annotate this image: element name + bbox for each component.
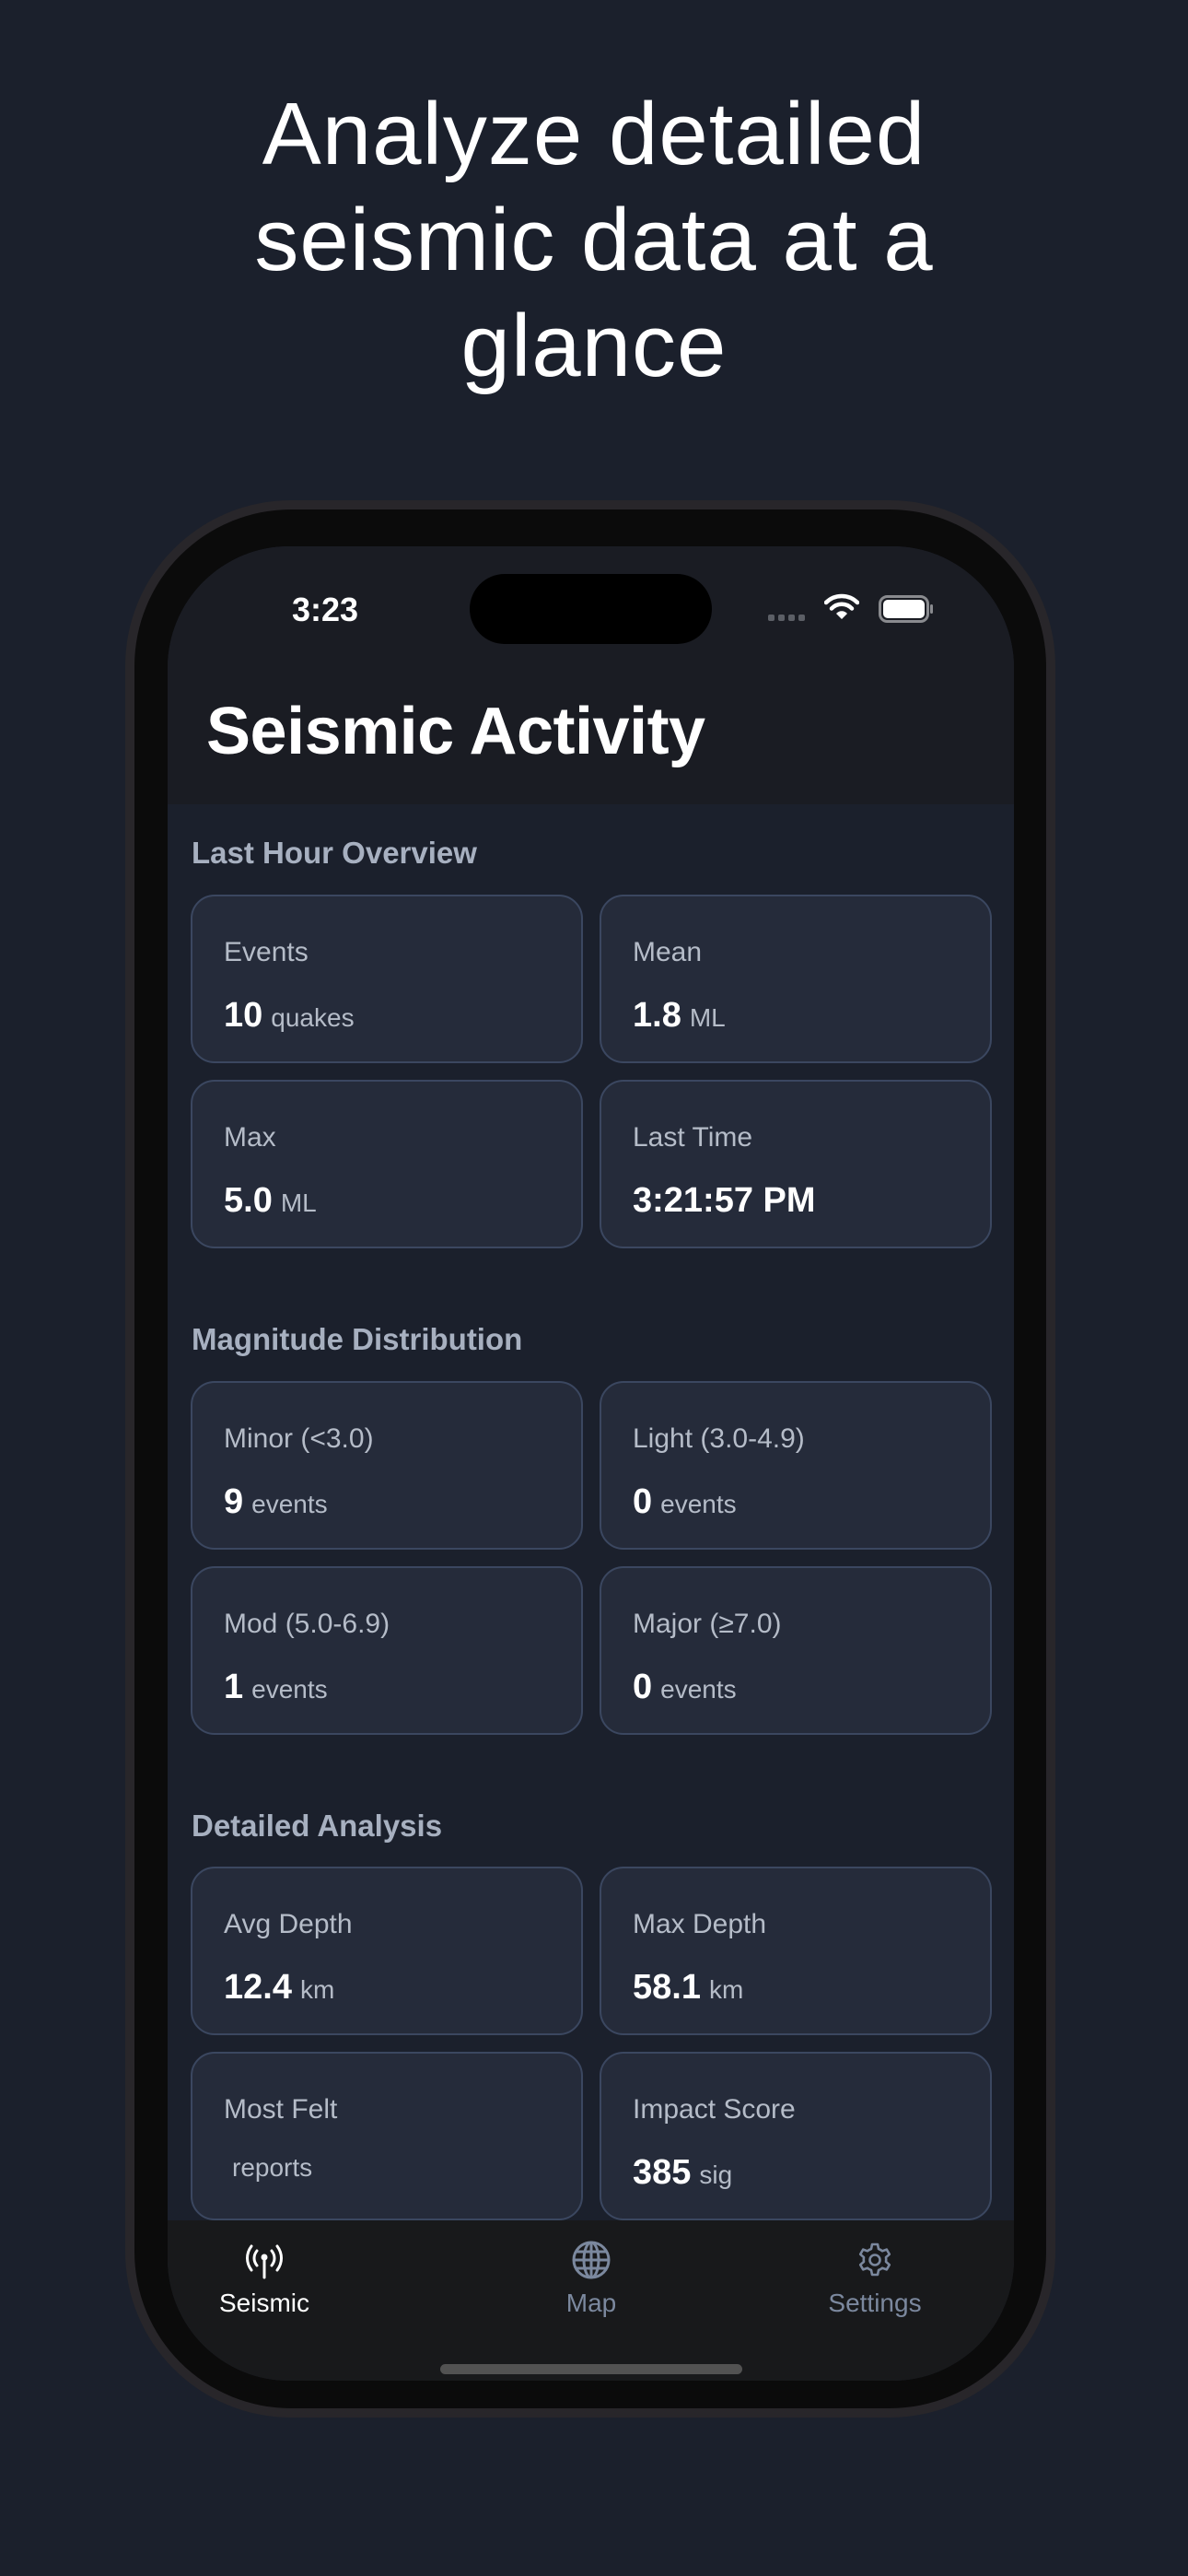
tab-label: Seismic <box>218 2289 309 2317</box>
stat-card-light: Light (3.0-4.9) 0 events <box>600 1381 992 1550</box>
home-indicator[interactable] <box>440 2364 742 2374</box>
card-value: 5.0 <box>224 1181 273 1220</box>
card-label: Minor (<3.0) <box>224 1423 374 1454</box>
tab-map[interactable]: Map <box>499 2239 683 2318</box>
card-value: 3:21:57 PM <box>633 1181 816 1220</box>
magnitude-grid: Minor (<3.0) 9 events Light (3.0-4.9) 0 ev… <box>191 1381 992 1735</box>
stat-card-minor: Minor (<3.0) 9 events <box>191 1381 583 1550</box>
card-value: 58.1 <box>633 1968 701 2007</box>
card-label: Light (3.0-4.9) <box>633 1423 805 1454</box>
card-label: Last Time <box>633 1122 753 1153</box>
tab-label: Settings <box>828 2289 922 2317</box>
card-value: 385 <box>633 2153 692 2192</box>
card-value: 12.4 <box>224 1968 292 2007</box>
overview-grid: Events 10 quakes Mean 1.8 ML Max 5.0 ML Las… <box>191 895 992 1248</box>
card-label: Major (≥7.0) <box>633 1609 782 1639</box>
card-label: Avg Depth <box>224 1909 353 1939</box>
stat-card-max-depth: Max Depth 58.1 km <box>600 1867 992 2035</box>
antenna-icon <box>246 2244 283 2279</box>
card-value: 10 <box>224 996 263 1035</box>
detailed-grid: Avg Depth 12.4 km Max Depth 58.1 km Most F… <box>191 1867 992 2220</box>
nav-header: 3:23 Seismic Activity <box>168 546 1014 804</box>
dashboard-content[interactable]: Last Hour Overview Events 10 quakes Mean … <box>168 804 1014 2223</box>
headline-line-1: Analyze detailed <box>262 85 926 183</box>
card-unit: reports <box>232 2153 313 2182</box>
stat-card-major: Major (≥7.0) 0 events <box>600 1566 992 1735</box>
status-time: 3:23 <box>292 591 359 628</box>
stat-card-events: Events 10 quakes <box>191 895 583 1063</box>
page-title: Seismic Activity <box>206 695 705 768</box>
section-title-overview: Last Hour Overview <box>192 836 477 870</box>
stat-card-max: Max 5.0 ML <box>191 1080 583 1248</box>
card-value: 9 <box>224 1482 244 1521</box>
card-unit: ML <box>280 1188 317 1217</box>
tab-bar: Seismic Map Settings <box>168 2220 1014 2381</box>
wifi-icon <box>824 593 859 619</box>
gear-icon <box>858 2242 891 2277</box>
marketing-headline: Analyze detailed seismic data at a glanc… <box>0 81 1188 399</box>
card-unit: events <box>660 1490 737 1518</box>
card-label: Events <box>224 937 309 967</box>
dynamic-island <box>470 574 712 644</box>
card-unit: km <box>708 1975 744 2004</box>
headline-line-3: glance <box>460 297 728 395</box>
tab-settings[interactable]: Settings <box>783 2239 967 2318</box>
phone-screen: 3:23 Seismic Activity Last Hour Overview… <box>168 546 1014 2381</box>
card-value: 1 <box>224 1668 244 1706</box>
tab-seismic[interactable]: Seismic <box>172 2239 356 2318</box>
stat-card-most-felt: Most Felt reports <box>191 2052 583 2220</box>
card-label: Max <box>224 1122 276 1153</box>
card-label: Mean <box>633 937 703 967</box>
signal-dots-icon <box>768 615 805 621</box>
section-title-detailed: Detailed Analysis <box>192 1809 443 1843</box>
card-unit: quakes <box>271 1003 355 1032</box>
stat-card-last-time: Last Time 3:21:57 PM <box>600 1080 992 1248</box>
globe-icon <box>572 2241 611 2279</box>
card-unit: events <box>660 1675 737 1704</box>
battery-icon <box>879 595 933 623</box>
stat-card-impact-score: Impact Score 385 sig <box>600 2052 992 2220</box>
card-value: 0 <box>633 1668 653 1706</box>
card-label: Max Depth <box>633 1909 767 1939</box>
card-label: Impact Score <box>633 2094 796 2125</box>
card-value: 1.8 <box>633 996 681 1035</box>
stat-card-mean: Mean 1.8 ML <box>600 895 992 1063</box>
card-label: Mod (5.0-6.9) <box>224 1609 390 1639</box>
card-label: Most Felt <box>224 2094 338 2125</box>
stat-card-moderate: Mod (5.0-6.9) 1 events <box>191 1566 583 1735</box>
tab-label: Map <box>565 2289 617 2317</box>
card-unit: ML <box>689 1003 726 1032</box>
headline-line-2: seismic data at a <box>254 191 934 289</box>
stat-card-avg-depth: Avg Depth 12.4 km <box>191 1867 583 2035</box>
card-unit: events <box>251 1675 328 1704</box>
card-unit: events <box>251 1490 328 1518</box>
card-unit: sig <box>699 2160 733 2189</box>
section-title-magnitude: Magnitude Distribution <box>192 1322 523 1356</box>
card-unit: km <box>299 1975 335 2004</box>
card-value: 0 <box>633 1482 653 1521</box>
